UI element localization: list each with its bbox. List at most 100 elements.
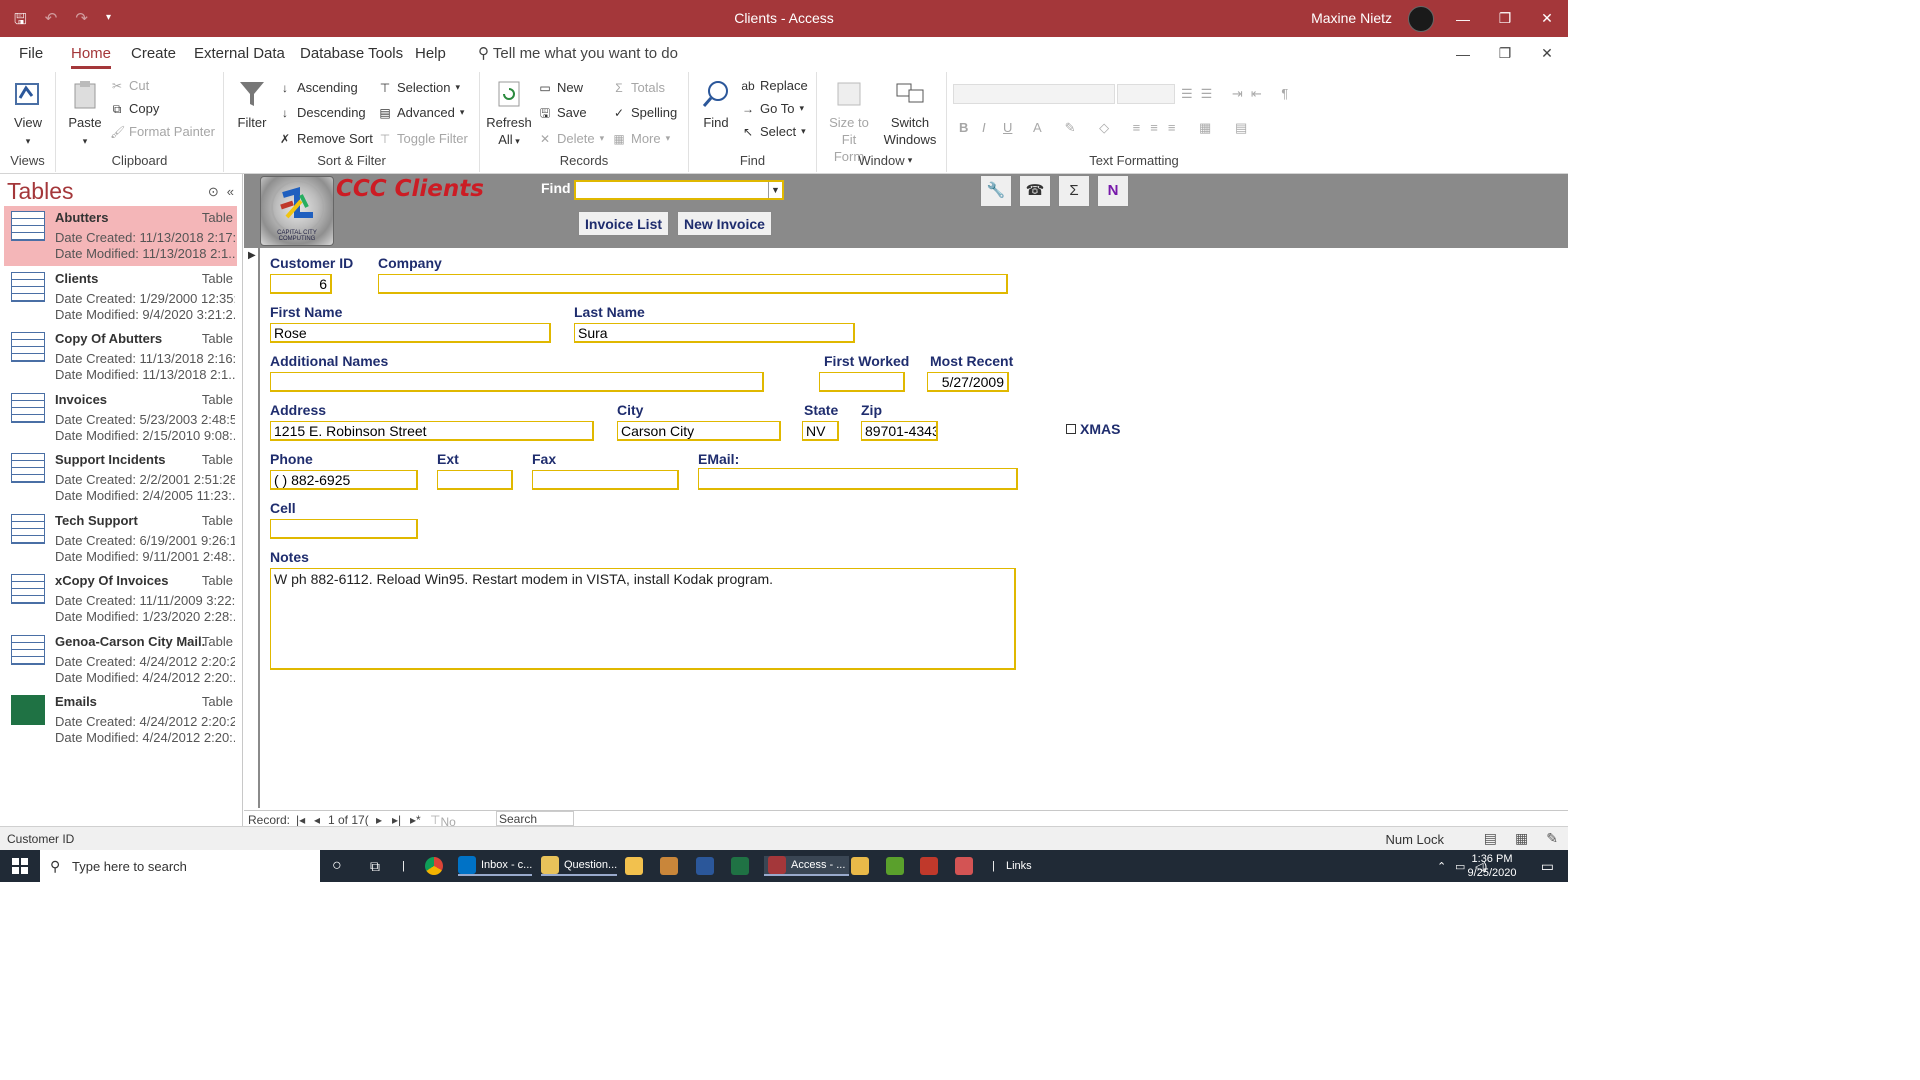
taskbar-search[interactable]: ⚲ Type here to search <box>40 850 320 882</box>
notes-field[interactable]: W ph 882-6112. Reload Win95. Restart mod… <box>270 568 1016 670</box>
nav-item[interactable]: Support Incidents Table Date Created: 2/2/… <box>4 448 237 508</box>
cut-button[interactable]: ✂ Cut <box>110 78 149 93</box>
paste-button[interactable]: Paste ▾ <box>66 78 104 150</box>
nav-item[interactable]: Tech Support Table Date Created: 6/19/2001… <box>4 509 237 569</box>
form-view-icon[interactable]: ▤ <box>1484 830 1497 847</box>
first-name-field[interactable]: Rose <box>270 323 551 343</box>
notifications-icon[interactable]: ▭ <box>1541 858 1554 875</box>
no-filter-button[interactable]: ⊤ No Filter <box>430 813 467 843</box>
next-record-icon[interactable]: ▸ <box>376 813 382 827</box>
first-record-icon[interactable]: |◂ <box>296 813 305 827</box>
nav-item[interactable]: Clients Table Date Created: 1/29/2000 12:3… <box>4 267 237 327</box>
close-icon[interactable]: ✕ <box>1526 0 1568 37</box>
file-explorer-icon[interactable] <box>625 856 643 876</box>
taskbar-question[interactable]: Question... <box>541 856 618 876</box>
user-name[interactable]: Maxine Nietz <box>1311 10 1392 26</box>
nav-item[interactable]: Invoices Table Date Created: 5/23/2003 2:4… <box>4 388 237 448</box>
taskbar-access[interactable]: Access - ... <box>764 856 850 876</box>
select-button[interactable]: ↖ Select ▾ <box>741 124 806 139</box>
font-name-box[interactable] <box>953 84 1115 104</box>
taskbar-links[interactable]: | Links <box>992 856 1032 876</box>
record-search-box[interactable]: Search <box>496 811 574 826</box>
company-field[interactable] <box>378 274 1008 294</box>
ascending-button[interactable]: ↓ Ascending <box>278 80 358 95</box>
remove-sort-button[interactable]: ✗ Remove Sort <box>278 131 373 146</box>
onenote-icon[interactable]: N <box>1097 175 1129 207</box>
photos-icon[interactable] <box>660 856 678 876</box>
tab-file[interactable]: File <box>19 45 43 62</box>
nav-pane-heading[interactable]: Tables <box>7 178 73 205</box>
size-to-fit-button[interactable]: Size to Fit Form <box>825 78 873 165</box>
city-field[interactable]: Carson City <box>617 421 781 441</box>
tab-home[interactable]: Home <box>71 45 112 69</box>
record-selector[interactable]: ▶ <box>244 248 260 808</box>
tell-me-search[interactable]: ⚲ Tell me what you want to do <box>478 44 678 62</box>
find-button[interactable]: Find <box>697 78 735 131</box>
tools-icon[interactable]: 🔧 <box>980 175 1012 207</box>
underline-button[interactable]: U <box>1003 120 1012 135</box>
most-recent-field[interactable]: 5/27/2009 <box>927 372 1009 392</box>
design-view-icon[interactable]: ✎ <box>1546 830 1558 847</box>
invoice-list-button[interactable]: Invoice List <box>578 211 670 236</box>
email-field[interactable] <box>698 468 1018 490</box>
shield-app-icon[interactable] <box>920 856 938 876</box>
last-record-icon[interactable]: ▸| <box>392 813 401 827</box>
totals-button[interactable]: Σ Totals <box>612 80 665 95</box>
refresh-all-button[interactable]: Refresh All ▾ <box>486 78 532 150</box>
new-invoice-button[interactable]: New Invoice <box>677 211 772 236</box>
chrome-icon[interactable] <box>425 856 443 876</box>
descending-button[interactable]: ↓ Descending <box>278 105 366 120</box>
state-field[interactable]: NV <box>802 421 839 441</box>
goto-button[interactable]: → Go To ▾ <box>741 101 804 116</box>
chevron-down-icon[interactable]: ▼ <box>768 182 782 198</box>
new-record-button[interactable]: ▭ New <box>538 80 583 95</box>
bold-button[interactable]: B <box>959 120 968 135</box>
nav-item[interactable]: Genoa-Carson City Mail... Table Date Creat… <box>4 630 237 690</box>
checkbox-icon[interactable] <box>1066 424 1076 434</box>
prev-record-icon[interactable]: ◂ <box>314 813 320 827</box>
avatar[interactable] <box>1408 6 1434 32</box>
new-record-nav-icon[interactable]: ▸* <box>410 813 421 827</box>
nav-dropdown-icon[interactable]: ⊙ <box>208 184 219 200</box>
nav-item[interactable]: xCopy Of Invoices Table Date Created: 11/1… <box>4 569 237 629</box>
selection-button[interactable]: ⊤ Selection ▾ <box>378 80 460 95</box>
collapse-pane-icon[interactable]: « <box>227 184 234 200</box>
ext-field[interactable] <box>437 470 513 490</box>
tab-help[interactable]: Help <box>415 45 446 62</box>
cortana-icon[interactable]: ○ <box>332 856 342 876</box>
tray-chevron-icon[interactable]: ⌃ <box>1437 856 1446 876</box>
windows-start-icon[interactable] <box>12 858 28 874</box>
view-button[interactable]: View ▾ <box>10 78 46 150</box>
tab-external-data[interactable]: External Data <box>194 45 285 62</box>
zip-field[interactable]: 89701-4343 <box>861 421 938 441</box>
folder-icon[interactable] <box>851 856 869 876</box>
fax-field[interactable] <box>532 470 679 490</box>
nav-item[interactable]: Copy Of Abutters Table Date Created: 11/13… <box>4 327 237 387</box>
snipping-tool-icon[interactable] <box>955 856 973 876</box>
datasheet-view-icon[interactable]: ▦ <box>1515 830 1528 847</box>
more-button[interactable]: ▦ More ▾ <box>612 131 670 146</box>
restore-icon[interactable]: ❐ <box>1484 0 1526 37</box>
taskbar-outlook[interactable]: Inbox - c... <box>458 856 533 876</box>
replace-button[interactable]: ab Replace <box>741 78 807 93</box>
tab-database-tools[interactable]: Database Tools <box>300 45 403 62</box>
italic-button[interactable]: I <box>982 120 986 135</box>
filter-button[interactable]: Filter <box>234 78 270 131</box>
nav-item[interactable]: Abutters Table Date Created: 11/13/2018 2:… <box>4 206 237 266</box>
cell-field[interactable] <box>270 519 418 539</box>
task-view-icon[interactable]: ⧉ <box>370 856 380 876</box>
delete-record-button[interactable]: ✕ Delete ▾ <box>538 131 604 146</box>
clock[interactable]: 1:36 PM 9/25/2020 <box>1462 852 1522 880</box>
font-size-box[interactable] <box>1117 84 1175 104</box>
last-name-field[interactable]: Sura <box>574 323 855 343</box>
save-record-button[interactable]: 🖫 Save <box>538 105 587 120</box>
phone-icon[interactable]: ☎ <box>1019 175 1051 207</box>
tab-create[interactable]: Create <box>131 45 176 62</box>
doc-close-icon[interactable]: ✕ <box>1526 37 1568 70</box>
find-combo-box[interactable]: ▼ <box>574 180 784 200</box>
additional-names-field[interactable] <box>270 372 764 392</box>
format-painter-button[interactable]: 🖌 Format Painter <box>110 124 215 139</box>
record-position[interactable]: 1 of 17( <box>328 813 369 827</box>
xmas-checkbox[interactable]: XMAS <box>1066 421 1120 437</box>
nav-item[interactable]: Emails Table Date Created: 4/24/2012 2:20:… <box>4 690 237 750</box>
